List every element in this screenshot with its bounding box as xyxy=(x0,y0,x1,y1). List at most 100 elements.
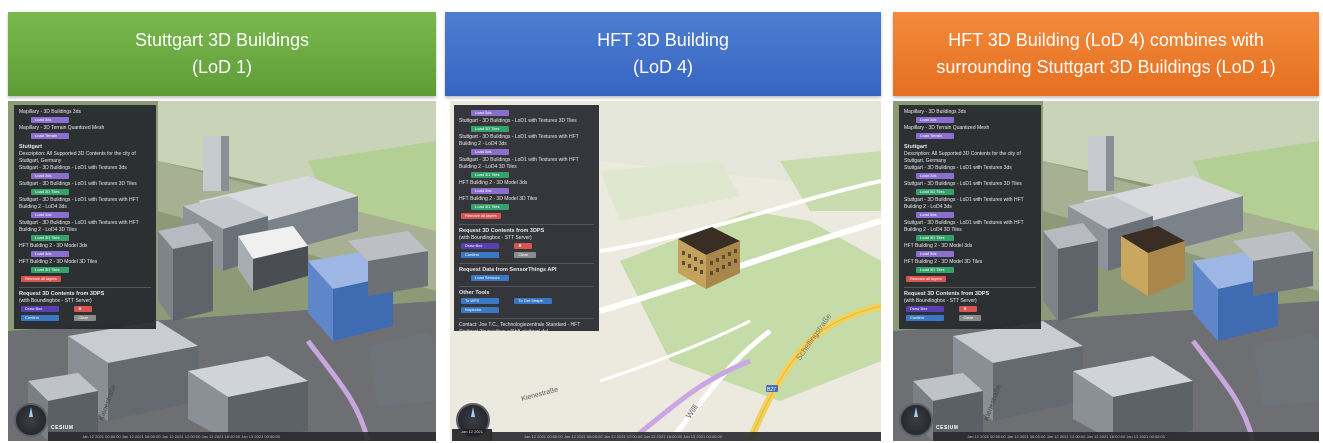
load-layer-button[interactable]: Load 3ds xyxy=(31,173,69,179)
banner-title-line2: surrounding Stuttgart 3D Buildings (LoD … xyxy=(936,57,1276,77)
clear-button[interactable]: Clear xyxy=(514,252,537,258)
cesium-logo: CESIUM xyxy=(51,425,74,431)
confirm-button[interactable]: Confirm xyxy=(461,252,499,258)
layer-item: HFT Building 2 - 3D Model 3D Tiles xyxy=(904,259,983,265)
panel-line: Mapillary - 3D Buildings 3ds xyxy=(904,109,966,115)
layer-item: Stuttgart - 3D Buildings - LoD1 with Tex… xyxy=(904,220,1024,233)
section-description: Description: All Supported 3D Contents f… xyxy=(904,151,1021,164)
layer-item: Stuttgart - 3D Buildings - LoD1 with Tex… xyxy=(19,220,139,233)
compass-icon[interactable] xyxy=(14,403,48,437)
timeline-bar[interactable]: Jan 12 2021 00:00:00 Jan 12 2021 06:00:0… xyxy=(48,432,436,441)
to-get-shape-button[interactable]: To Get Shape xyxy=(514,298,553,304)
load-layer-button[interactable]: Load 3D Tiles xyxy=(31,267,69,273)
load-terrain-button[interactable]: Load Terrain xyxy=(31,133,69,139)
request-subtitle: (with Boundingbox - STT Server) xyxy=(19,298,92,304)
layer-item: Stuttgart - 3D Buildings - LoD1 with Tex… xyxy=(904,197,1024,210)
draw-box-button[interactable]: Draw Box xyxy=(906,306,944,312)
layer-item: Stuttgart - 3D Buildings - LoD1 with Tex… xyxy=(459,134,579,147)
to-wfs-button[interactable]: To WFS xyxy=(461,298,499,304)
load-layer-button[interactable]: Load 3ds xyxy=(916,251,954,257)
load-layer-button[interactable]: Load 3ds xyxy=(471,149,509,155)
layer-item: HFT Building 2 - 3D Model 3ds xyxy=(459,180,528,186)
sensor-title: Request Data from SensorThings API xyxy=(459,267,557,273)
layer-item: Stuttgart - 3D Buildings - LoD1 with Tex… xyxy=(19,197,139,210)
draw-box-button[interactable]: Draw Box xyxy=(461,243,499,249)
delete-icon-button[interactable]: ✖ xyxy=(959,306,978,312)
remove-all-layers-button[interactable]: Remove all layers xyxy=(906,276,946,282)
request-title: Request 3D Contents from 3DPS xyxy=(904,291,990,297)
load-sensors-button[interactable]: Load Sensors xyxy=(471,275,509,281)
divider xyxy=(459,263,594,264)
timeline-bar[interactable]: Jan 12 2021 00:00:00 Jan 12 2021 06:00:0… xyxy=(490,432,881,441)
layer-item: Stuttgart - 3D Buildings - LoD1 with Tex… xyxy=(19,165,127,171)
load-layer-button[interactable]: Load 3ds xyxy=(31,212,69,218)
layer-item: HFT Building 2 - 3D Model 3D Tiles xyxy=(19,259,98,265)
clock-date: Jan 12 2021 xyxy=(460,429,484,434)
inspector-button[interactable]: Inspector xyxy=(461,307,499,313)
confirm-button[interactable]: Confirm xyxy=(21,315,59,321)
load-terrain-button[interactable]: Load Terrain xyxy=(916,133,954,139)
load-3ds-button[interactable]: Load 3ds xyxy=(916,117,954,123)
route-label: B27 xyxy=(767,387,776,393)
section-title: Stuttgart xyxy=(904,144,927,150)
panel-line: Mapillary - 3D Buildings 3ds xyxy=(19,109,81,115)
divider xyxy=(19,287,151,288)
layer-item: HFT Building 2 - 3D Model 3ds xyxy=(904,243,973,249)
remove-all-layers-button[interactable]: Remove all layers xyxy=(21,276,61,282)
load-layer-button[interactable]: Load 3ds xyxy=(916,173,954,179)
layer-control-panel: Load 3ds Stuttgart - 3D Buildings - LoD1… xyxy=(454,105,599,335)
section-description: Description: All Supported 3D Contents f… xyxy=(19,151,136,164)
banner-title-line2: (LoD 1) xyxy=(191,57,253,77)
load-layer-button[interactable]: Load 3ds xyxy=(916,212,954,218)
load-3ds-button[interactable]: Load 3ds xyxy=(31,117,69,123)
load-layer-button[interactable]: Load 3D Tiles xyxy=(471,172,509,178)
section-title: Stuttgart xyxy=(19,144,42,150)
banner-title-line1: Stuttgart 3D Buildings xyxy=(134,30,310,50)
load-layer-button[interactable]: Load 3ds xyxy=(31,251,69,257)
layer-item: Stuttgart - 3D Buildings - LoD1 with Tex… xyxy=(459,118,577,124)
layer-item: Stuttgart - 3D Buildings - LoD1 with Tex… xyxy=(19,181,137,187)
banner-hft-lod4: HFT 3D Building (LoD 4) xyxy=(445,12,881,96)
layer-control-panel: Mapillary - 3D Buildings 3ds Load 3ds Ma… xyxy=(14,105,156,329)
load-layer-button[interactable]: Load 3D Tiles xyxy=(916,267,954,273)
cesium-logo: CESIUM xyxy=(936,425,959,431)
layer-item: Stuttgart - 3D Buildings - LoD1 with Tex… xyxy=(459,157,579,170)
request-title: Request 3D Contents from 3DPS xyxy=(19,291,105,297)
divider xyxy=(459,286,594,287)
cesium-viewer-combined[interactable]: Kienestraße Mapillary - 3D Buildings 3ds… xyxy=(893,101,1319,441)
divider xyxy=(904,287,1036,288)
timeline-bar[interactable]: Jan 12 2021 00:00:00 Jan 12 2021 06:00:0… xyxy=(933,432,1319,441)
request-title: Request 3D Contents from 3DPS xyxy=(459,228,545,234)
clock-widget[interactable]: Jan 12 2021 xyxy=(452,429,492,441)
remove-all-layers-button[interactable]: Remove all layers xyxy=(461,213,501,219)
divider xyxy=(459,318,594,319)
clear-button[interactable]: Clear xyxy=(959,315,982,321)
panel-line: Mapillary - 3D Terrain Quantized Mesh xyxy=(19,125,105,131)
request-subtitle: (with Boundingbox - STT Server) xyxy=(904,298,977,304)
request-subtitle: (with Boundingbox - STT Server) xyxy=(459,235,532,241)
load-layer-button[interactable]: Load 3D Tiles xyxy=(916,235,954,241)
load-layer-button[interactable]: Load 3D Tiles xyxy=(31,189,69,195)
load-layer-button[interactable]: Load 3ds xyxy=(471,110,509,116)
delete-icon-button[interactable]: ✖ xyxy=(74,306,93,312)
cesium-viewer-lod4[interactable]: B27 Kienestraße Willi Schellingstraße Lo… xyxy=(450,101,881,441)
banner-title-line1: HFT 3D Building (LoD 4) combines with xyxy=(948,30,1264,50)
load-layer-button[interactable]: Load 3D Tiles xyxy=(916,189,954,195)
layer-item: HFT Building 2 - 3D Model 3D Tiles xyxy=(459,196,538,202)
layer-item: Stuttgart - 3D Buildings - LoD1 with Tex… xyxy=(904,181,1022,187)
compass-icon[interactable] xyxy=(899,403,933,437)
load-layer-button[interactable]: Load 3ds xyxy=(471,188,509,194)
layer-item: HFT Building 2 - 3D Model 3ds xyxy=(19,243,88,249)
load-layer-button[interactable]: Load 3D Tiles xyxy=(471,204,509,210)
load-layer-button[interactable]: Load 3D Tiles xyxy=(31,235,69,241)
confirm-button[interactable]: Confirm xyxy=(906,315,944,321)
delete-icon-button[interactable]: ✖ xyxy=(514,243,533,249)
cesium-viewer-lod1[interactable]: Kienestraße Mapillary - 3D Buildings 3ds… xyxy=(8,101,436,441)
banner-title-line1: HFT 3D Building xyxy=(597,30,729,50)
contact-text: Contact: Joe T.C., Technologiezentrale S… xyxy=(459,322,581,335)
draw-box-button[interactable]: Draw Box xyxy=(21,306,59,312)
clear-button[interactable]: Clear xyxy=(74,315,97,321)
banner-title-line2: (LoD 4) xyxy=(632,57,693,77)
load-layer-button[interactable]: Load 3D Tiles xyxy=(471,126,509,132)
layer-item: Stuttgart - 3D Buildings - LoD1 with Tex… xyxy=(904,165,1012,171)
